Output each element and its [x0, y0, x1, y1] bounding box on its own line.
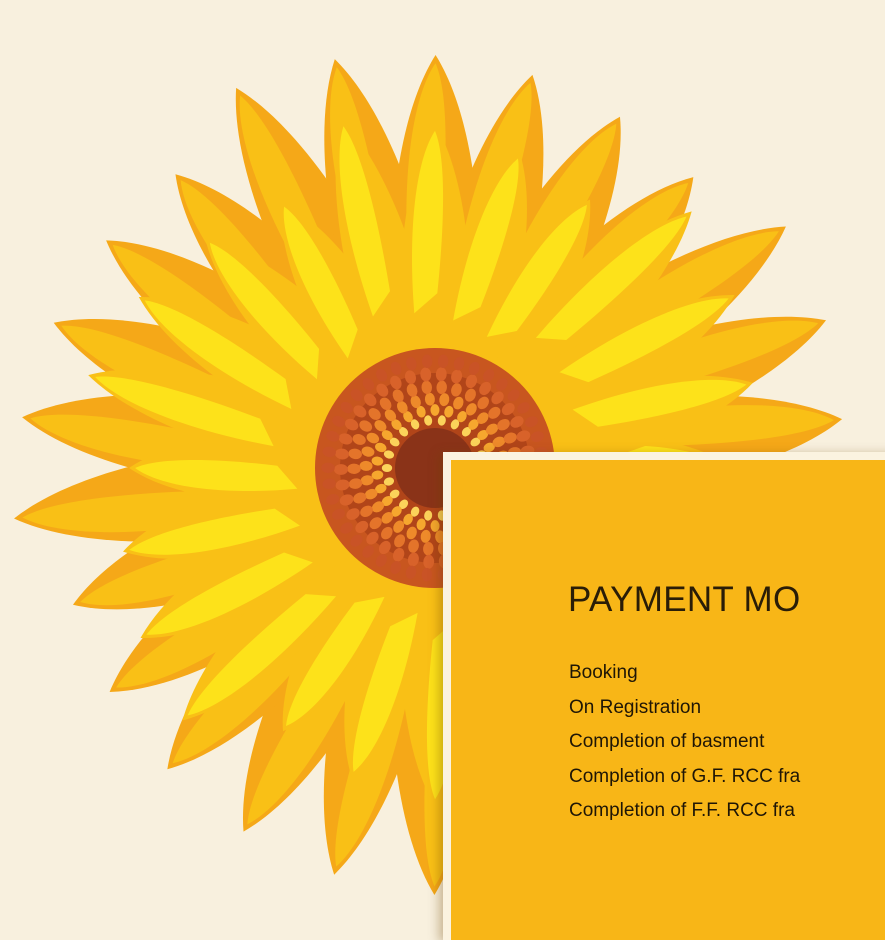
payment-plan-title: PAYMENT MO [568, 580, 801, 619]
payment-plan-list: Booking On Registration Completion of ba… [569, 656, 800, 829]
sunflower-seed [430, 404, 440, 416]
plan-item-ff-rcc: Completion of F.F. RCC fra [569, 800, 795, 821]
plan-item-gf-rcc: Completion of G.F. RCC fra [569, 765, 801, 787]
sunflower-seed [321, 462, 335, 474]
plan-item-booking: Booking [569, 662, 638, 683]
sunflower-seed [430, 520, 440, 532]
plan-item-registration: On Registration [569, 696, 702, 718]
payment-plan-card: PAYMENT MO Booking On Registration Compl… [443, 452, 885, 940]
plan-item-basement: Completion of basment [569, 731, 765, 752]
sunflower-seed [381, 464, 393, 472]
